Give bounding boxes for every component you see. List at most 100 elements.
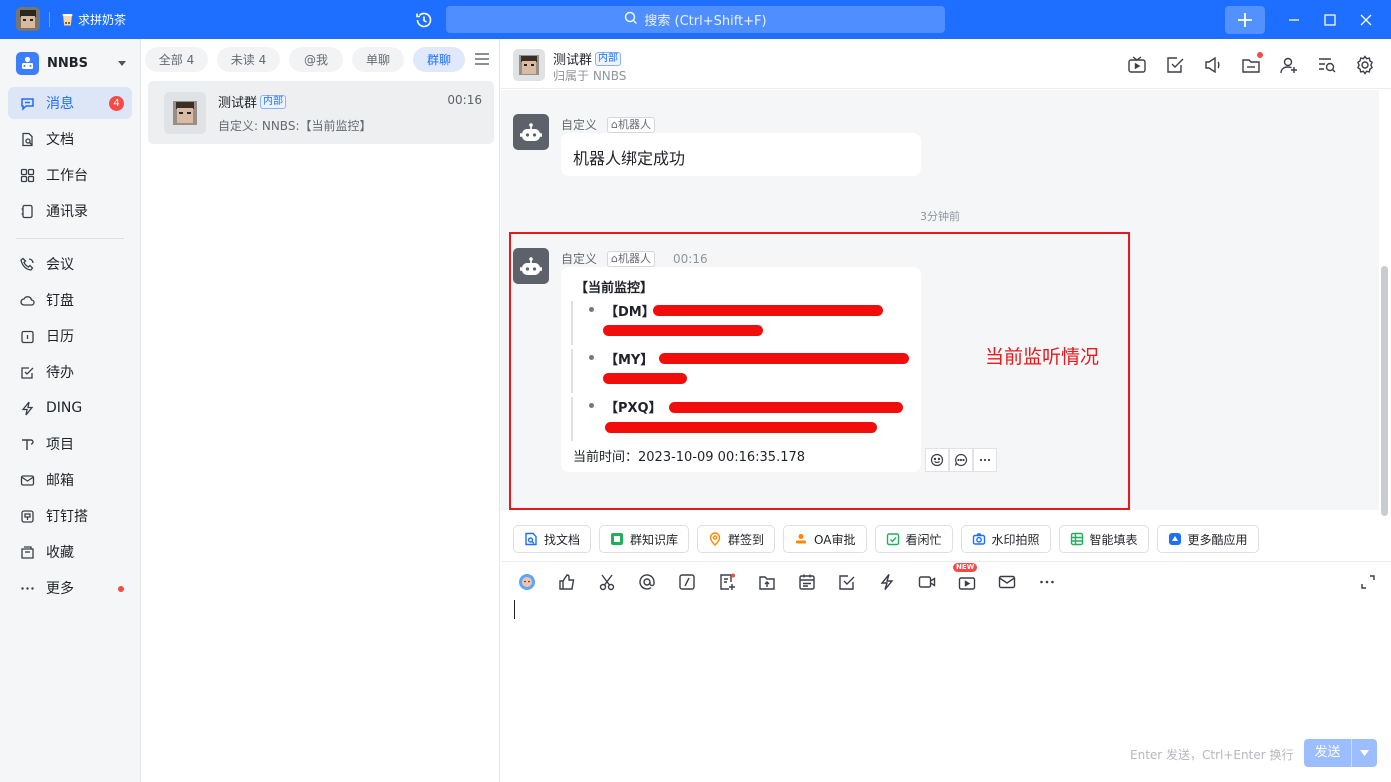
send-options-button[interactable] <box>1352 739 1377 767</box>
quick-oa-approval[interactable]: OA审批 <box>783 525 867 553</box>
add-doc-icon[interactable] <box>718 573 736 591</box>
chevron-down-icon <box>1360 750 1369 756</box>
nav-item-todo[interactable]: 待办 <box>8 356 132 388</box>
folder-icon[interactable] <box>1240 52 1263 76</box>
search-placeholder: 搜索 (Ctrl+Shift+F) <box>644 14 767 29</box>
todo-check-icon[interactable] <box>838 573 856 591</box>
more-tools-icon[interactable] <box>1038 573 1056 591</box>
quick-actions-bar: 找文档 群知识库 群签到 OA审批 看闲忙 水印拍照 智能填表 更多酷应用 <box>513 525 1259 553</box>
close-button[interactable] <box>1356 10 1376 30</box>
chevron-down-icon[interactable] <box>118 61 126 66</box>
user-avatar[interactable] <box>16 7 40 31</box>
location-icon <box>708 532 722 546</box>
nav-label: 会议 <box>46 257 74 273</box>
ding-icon[interactable] <box>878 573 896 591</box>
quick-checkin[interactable]: 群签到 <box>697 525 776 553</box>
send-button[interactable]: 发送 <box>1304 739 1352 767</box>
settings-icon[interactable] <box>1354 54 1376 76</box>
chat-name: 测试群 <box>553 53 593 68</box>
quick-more-apps[interactable]: 更多酷应用 <box>1156 525 1259 553</box>
knowledge-base-icon <box>610 532 624 546</box>
quick-find-docs[interactable]: 找文档 <box>513 525 592 553</box>
thumbs-up-icon[interactable] <box>558 573 576 591</box>
nav-item-docs[interactable]: 文档 <box>8 123 132 155</box>
add-member-icon[interactable] <box>1278 54 1300 76</box>
robot-avatar[interactable] <box>513 114 549 150</box>
filter-direct[interactable]: 单聊 <box>352 47 404 72</box>
nav-item-more[interactable]: 更多 <box>8 572 132 604</box>
filter-group[interactable]: 群聊 <box>413 47 465 72</box>
schedule-icon[interactable] <box>798 573 816 591</box>
expand-icon[interactable] <box>1359 573 1377 591</box>
filter-unread[interactable]: 未读 4 <box>217 47 280 72</box>
mention-icon[interactable] <box>638 573 656 591</box>
ai-assistant-icon[interactable] <box>518 573 536 591</box>
quick-availability[interactable]: 看闲忙 <box>874 525 953 553</box>
filter-all[interactable]: 全部 4 <box>145 47 208 72</box>
nav-label: 收藏 <box>46 545 74 561</box>
scrollbar[interactable] <box>1381 266 1388 516</box>
history-icon[interactable] <box>414 10 434 30</box>
nav-item-meeting[interactable]: 会议 <box>8 248 132 280</box>
message-bubble[interactable]: 机器人绑定成功 <box>561 133 921 176</box>
conversation-time: 00:16 <box>447 93 482 107</box>
nav-label: 钉盘 <box>46 293 74 309</box>
apps-icon <box>1168 532 1182 546</box>
message-area[interactable]: 自定义 ⌂机器人 机器人绑定成功 3分钟前 自定义 ⌂机器人 00:16 【当前… <box>501 90 1379 510</box>
quick-label: 找文档 <box>544 532 581 547</box>
internal-tag: 内部 <box>595 51 622 66</box>
minimize-button[interactable] <box>1284 10 1304 30</box>
live-icon[interactable] <box>1126 54 1148 76</box>
command-icon[interactable] <box>678 573 696 591</box>
title-bar: 求拼奶茶 搜索 (Ctrl+Shift+F) <box>0 0 1391 39</box>
conversation-item[interactable]: 测试群 内部 00:16 自定义: NNBS:【当前监控】 <box>148 81 494 144</box>
task-icon[interactable] <box>1164 54 1186 76</box>
new-badge: NEW <box>953 563 978 572</box>
upload-file-icon[interactable] <box>758 573 776 591</box>
nav-item-drive[interactable]: 钉盘 <box>8 284 132 316</box>
message-text: 机器人绑定成功 <box>573 149 686 168</box>
video-call-icon[interactable] <box>918 573 936 591</box>
quick-label: OA审批 <box>814 532 856 547</box>
search-history-icon[interactable] <box>1316 54 1338 76</box>
nav-divider <box>16 238 124 239</box>
nav-label: 钉钉搭 <box>46 509 88 525</box>
chat-title[interactable]: 测试群 内部 <box>553 49 622 68</box>
nav-item-ding[interactable]: DING <box>8 392 132 424</box>
phone-icon <box>20 257 35 272</box>
announcement-icon[interactable] <box>1202 54 1224 76</box>
nav-item-mail[interactable]: 邮箱 <box>8 464 132 496</box>
menu-icon[interactable] <box>474 51 490 67</box>
org-switcher[interactable]: NNBS <box>16 52 88 75</box>
maximize-button[interactable] <box>1320 10 1340 30</box>
nav-item-workbench[interactable]: 工作台 <box>8 159 132 191</box>
doc-icon <box>20 132 35 147</box>
global-search-input[interactable]: 搜索 (Ctrl+Shift+F) <box>446 6 945 33</box>
quick-group-kb[interactable]: 群知识库 <box>599 525 690 553</box>
live-stream-icon[interactable]: NEW <box>953 563 978 591</box>
scissors-icon[interactable] <box>598 573 616 591</box>
quick-label: 群签到 <box>728 532 765 547</box>
filter-label: 未读 <box>230 53 255 67</box>
mail-icon[interactable] <box>998 573 1016 591</box>
nav-item-messages[interactable]: 消息 4 <box>8 87 132 119</box>
builder-icon <box>20 509 35 524</box>
nav-item-favorites[interactable]: 收藏 <box>8 536 132 568</box>
nav-item-contacts[interactable]: 通讯录 <box>8 195 132 227</box>
annotation-label: 当前监听情况 <box>985 346 1100 368</box>
message-input[interactable] <box>511 595 1371 725</box>
nav-item-project[interactable]: 项目 <box>8 428 132 460</box>
chat-avatar[interactable] <box>513 49 545 81</box>
quick-smart-form[interactable]: 智能填表 <box>1058 525 1149 553</box>
nav-item-builder[interactable]: 钉钉搭 <box>8 500 132 532</box>
mail-icon <box>20 473 35 488</box>
org-name: NNBS <box>47 56 89 71</box>
filter-mentions[interactable]: @我 <box>289 47 343 72</box>
pinned-chat-tab[interactable]: 求拼奶茶 <box>62 11 126 28</box>
quick-label: 群知识库 <box>630 532 679 547</box>
quick-watermark-photo[interactable]: 水印拍照 <box>960 525 1051 553</box>
camera-icon <box>972 532 986 546</box>
nav-item-calendar[interactable]: 日历 <box>8 320 132 352</box>
time-divider: 3分钟前 <box>920 210 960 223</box>
add-button[interactable] <box>1225 6 1265 34</box>
